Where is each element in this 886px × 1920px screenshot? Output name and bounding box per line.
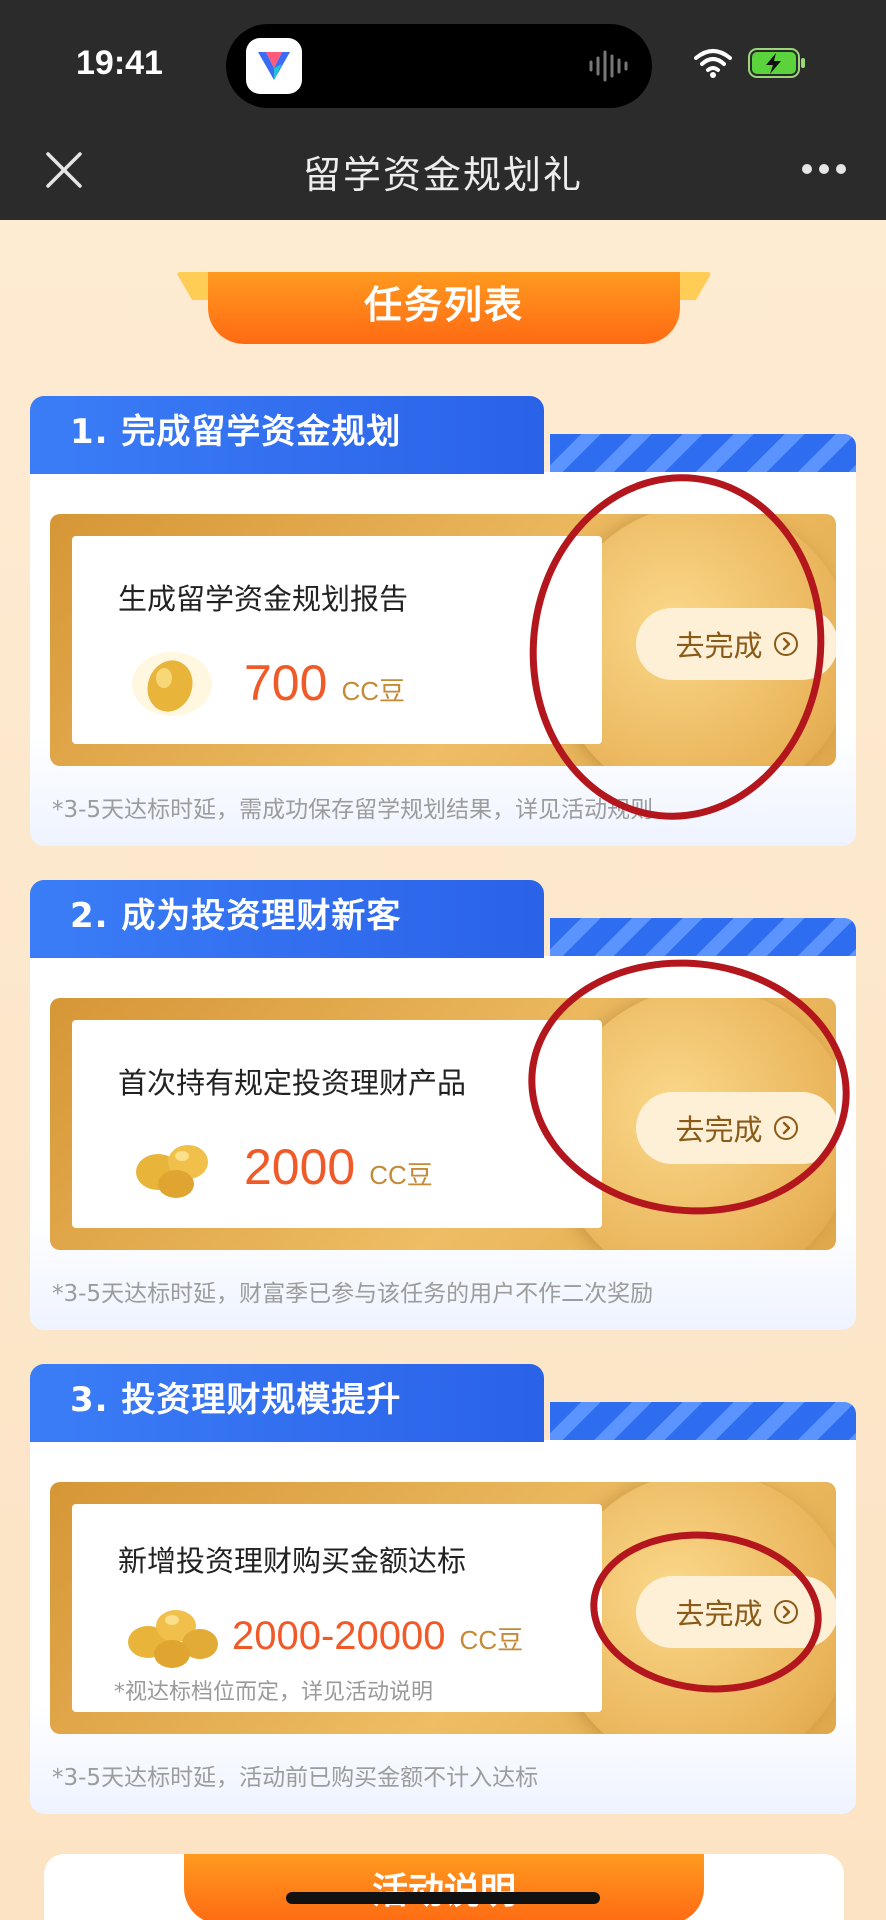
page-content: 任务列表 生成留学资金规划报告 700 CC豆 去完成 *3-5天达标时延，需成… (0, 220, 886, 1920)
task-card-1: 生成留学资金规划报告 700 CC豆 去完成 *3-5天达标时延，需成功保存留学… (30, 396, 856, 846)
reward-points: 2000 CC豆 (244, 1138, 433, 1196)
app-logo-icon (246, 38, 302, 94)
audio-wave-icon (589, 50, 628, 82)
task-description: 生成留学资金规划报告 (118, 582, 409, 616)
task-footnote: *3-5天达标时延，需成功保存留学规划结果，详见活动规则 (52, 797, 654, 823)
task-footnote: *3-5天达标时延，财富季已参与该任务的用户不作二次奖励 (52, 1281, 654, 1307)
reward-panel: 新增投资理财购买金额达标 2000-20000 CC豆 *视达标档位而定，详见活动… (72, 1504, 602, 1712)
task-title: 3. 投资理财规模提升 (30, 1364, 544, 1442)
points-unit: CC豆 (369, 1160, 433, 1190)
wifi-icon (694, 49, 732, 78)
activity-info-title: 活动说明 (184, 1854, 704, 1920)
reward-points: 700 CC豆 (244, 654, 405, 712)
task-title: 2. 成为投资理财新客 (30, 880, 544, 958)
task-title: 1. 完成留学资金规划 (30, 396, 544, 474)
points-unit: CC豆 (341, 676, 405, 706)
tier-note: *视达标档位而定，详见活动说明 (114, 1680, 434, 1705)
reward-points: 2000-20000 CC豆 (232, 1614, 523, 1659)
reward-panel: 首次持有规定投资理财产品 2000 CC豆 (72, 1020, 602, 1228)
task-footnote: *3-5天达标时延，活动前已购买金额不计入达标 (52, 1765, 539, 1791)
bean-icon (136, 1145, 208, 1198)
points-value: 2000 (244, 1139, 356, 1195)
top-bar: 19:41 留学资金规划礼 (0, 0, 886, 220)
header-stripe (550, 918, 856, 958)
header-stripe (550, 434, 856, 474)
banner-label: 任务列表 (208, 272, 680, 344)
task-description: 首次持有规定投资理财产品 (118, 1066, 467, 1100)
bean-icon (132, 652, 212, 716)
page-title: 留学资金规划礼 (302, 153, 583, 197)
task-list-banner: 任务列表 (175, 272, 713, 344)
battery-charging-icon (748, 48, 805, 78)
reward-panel: 生成留学资金规划报告 700 CC豆 (72, 536, 602, 744)
dynamic-island (226, 24, 652, 108)
header-stripe (550, 1402, 856, 1442)
task-description: 新增投资理财购买金额达标 (118, 1544, 467, 1578)
points-value: 700 (244, 655, 328, 711)
bean-icon (128, 1610, 218, 1668)
points-value: 2000-20000 (232, 1614, 446, 1658)
task-card-3: 新增投资理财购买金额达标 2000-20000 CC豆 *视达标档位而定，详见活动… (30, 1364, 856, 1814)
activity-info-card: 活动说明 (44, 1854, 844, 1920)
more-icon[interactable] (800, 162, 848, 176)
task-card-2: 首次持有规定投资理财产品 2000 CC豆 去完成 *3-5天达标时延，财富季已… (30, 880, 863, 1330)
status-time: 19:41 (76, 44, 163, 82)
home-indicator (286, 1892, 600, 1904)
points-unit: CC豆 (459, 1625, 524, 1655)
